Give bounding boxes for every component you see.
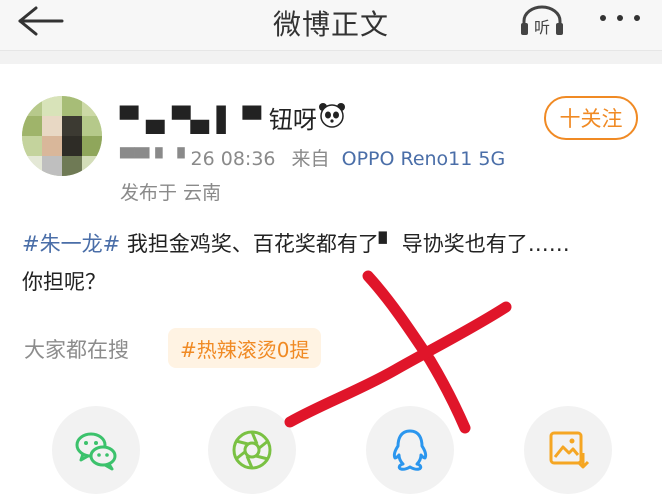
panda-emoji-icon (319, 103, 345, 128)
more-options-icon[interactable] (596, 10, 646, 26)
share-wechat-button[interactable] (52, 406, 140, 494)
post-text-line1: #朱一龙# 我担金鸡奖、百花奖都有了▘ 导协奖也有了…… (22, 228, 570, 258)
user-avatar[interactable] (22, 96, 102, 176)
post-meta: ▀▀ ▘▝ 26 08:36 来自 OPPO Reno11 5G (120, 144, 505, 171)
listen-label: 听 (534, 18, 550, 37)
everyone-searching-label: 大家都在搜 (24, 338, 129, 362)
top-bar: 微博正文 听 (0, 0, 662, 51)
hot-search-chip[interactable]: #热辣滚烫0提 (168, 328, 322, 368)
wechat-icon (75, 432, 117, 471)
save-image-icon (549, 431, 590, 469)
share-qq-button[interactable] (366, 406, 454, 494)
hashtag-link[interactable]: #朱一龙# (22, 232, 120, 256)
save-image-button[interactable] (524, 406, 612, 494)
username[interactable]: ▀ ▄ ▀▄ ▌ ▀ 钮呀 (120, 100, 317, 135)
listen-headphones-icon[interactable]: 听 (518, 3, 566, 39)
post-text-line2: 你担呢？ (22, 270, 106, 294)
post-date: ▀▀ ▘▝ 26 08:36 (120, 148, 276, 170)
post-location: 发布于 云南 (120, 182, 222, 204)
share-moments-button[interactable] (208, 406, 296, 494)
source-prefix: 来自 (291, 148, 330, 170)
qq-icon (392, 429, 428, 471)
post-text-content: 我担金鸡奖、百花奖都有了▘ 导协奖也有了…… (120, 232, 570, 256)
follow-button[interactable]: 十关注 (544, 96, 638, 140)
moments-icon (232, 430, 272, 470)
source-device[interactable]: OPPO Reno11 5G (342, 148, 506, 170)
